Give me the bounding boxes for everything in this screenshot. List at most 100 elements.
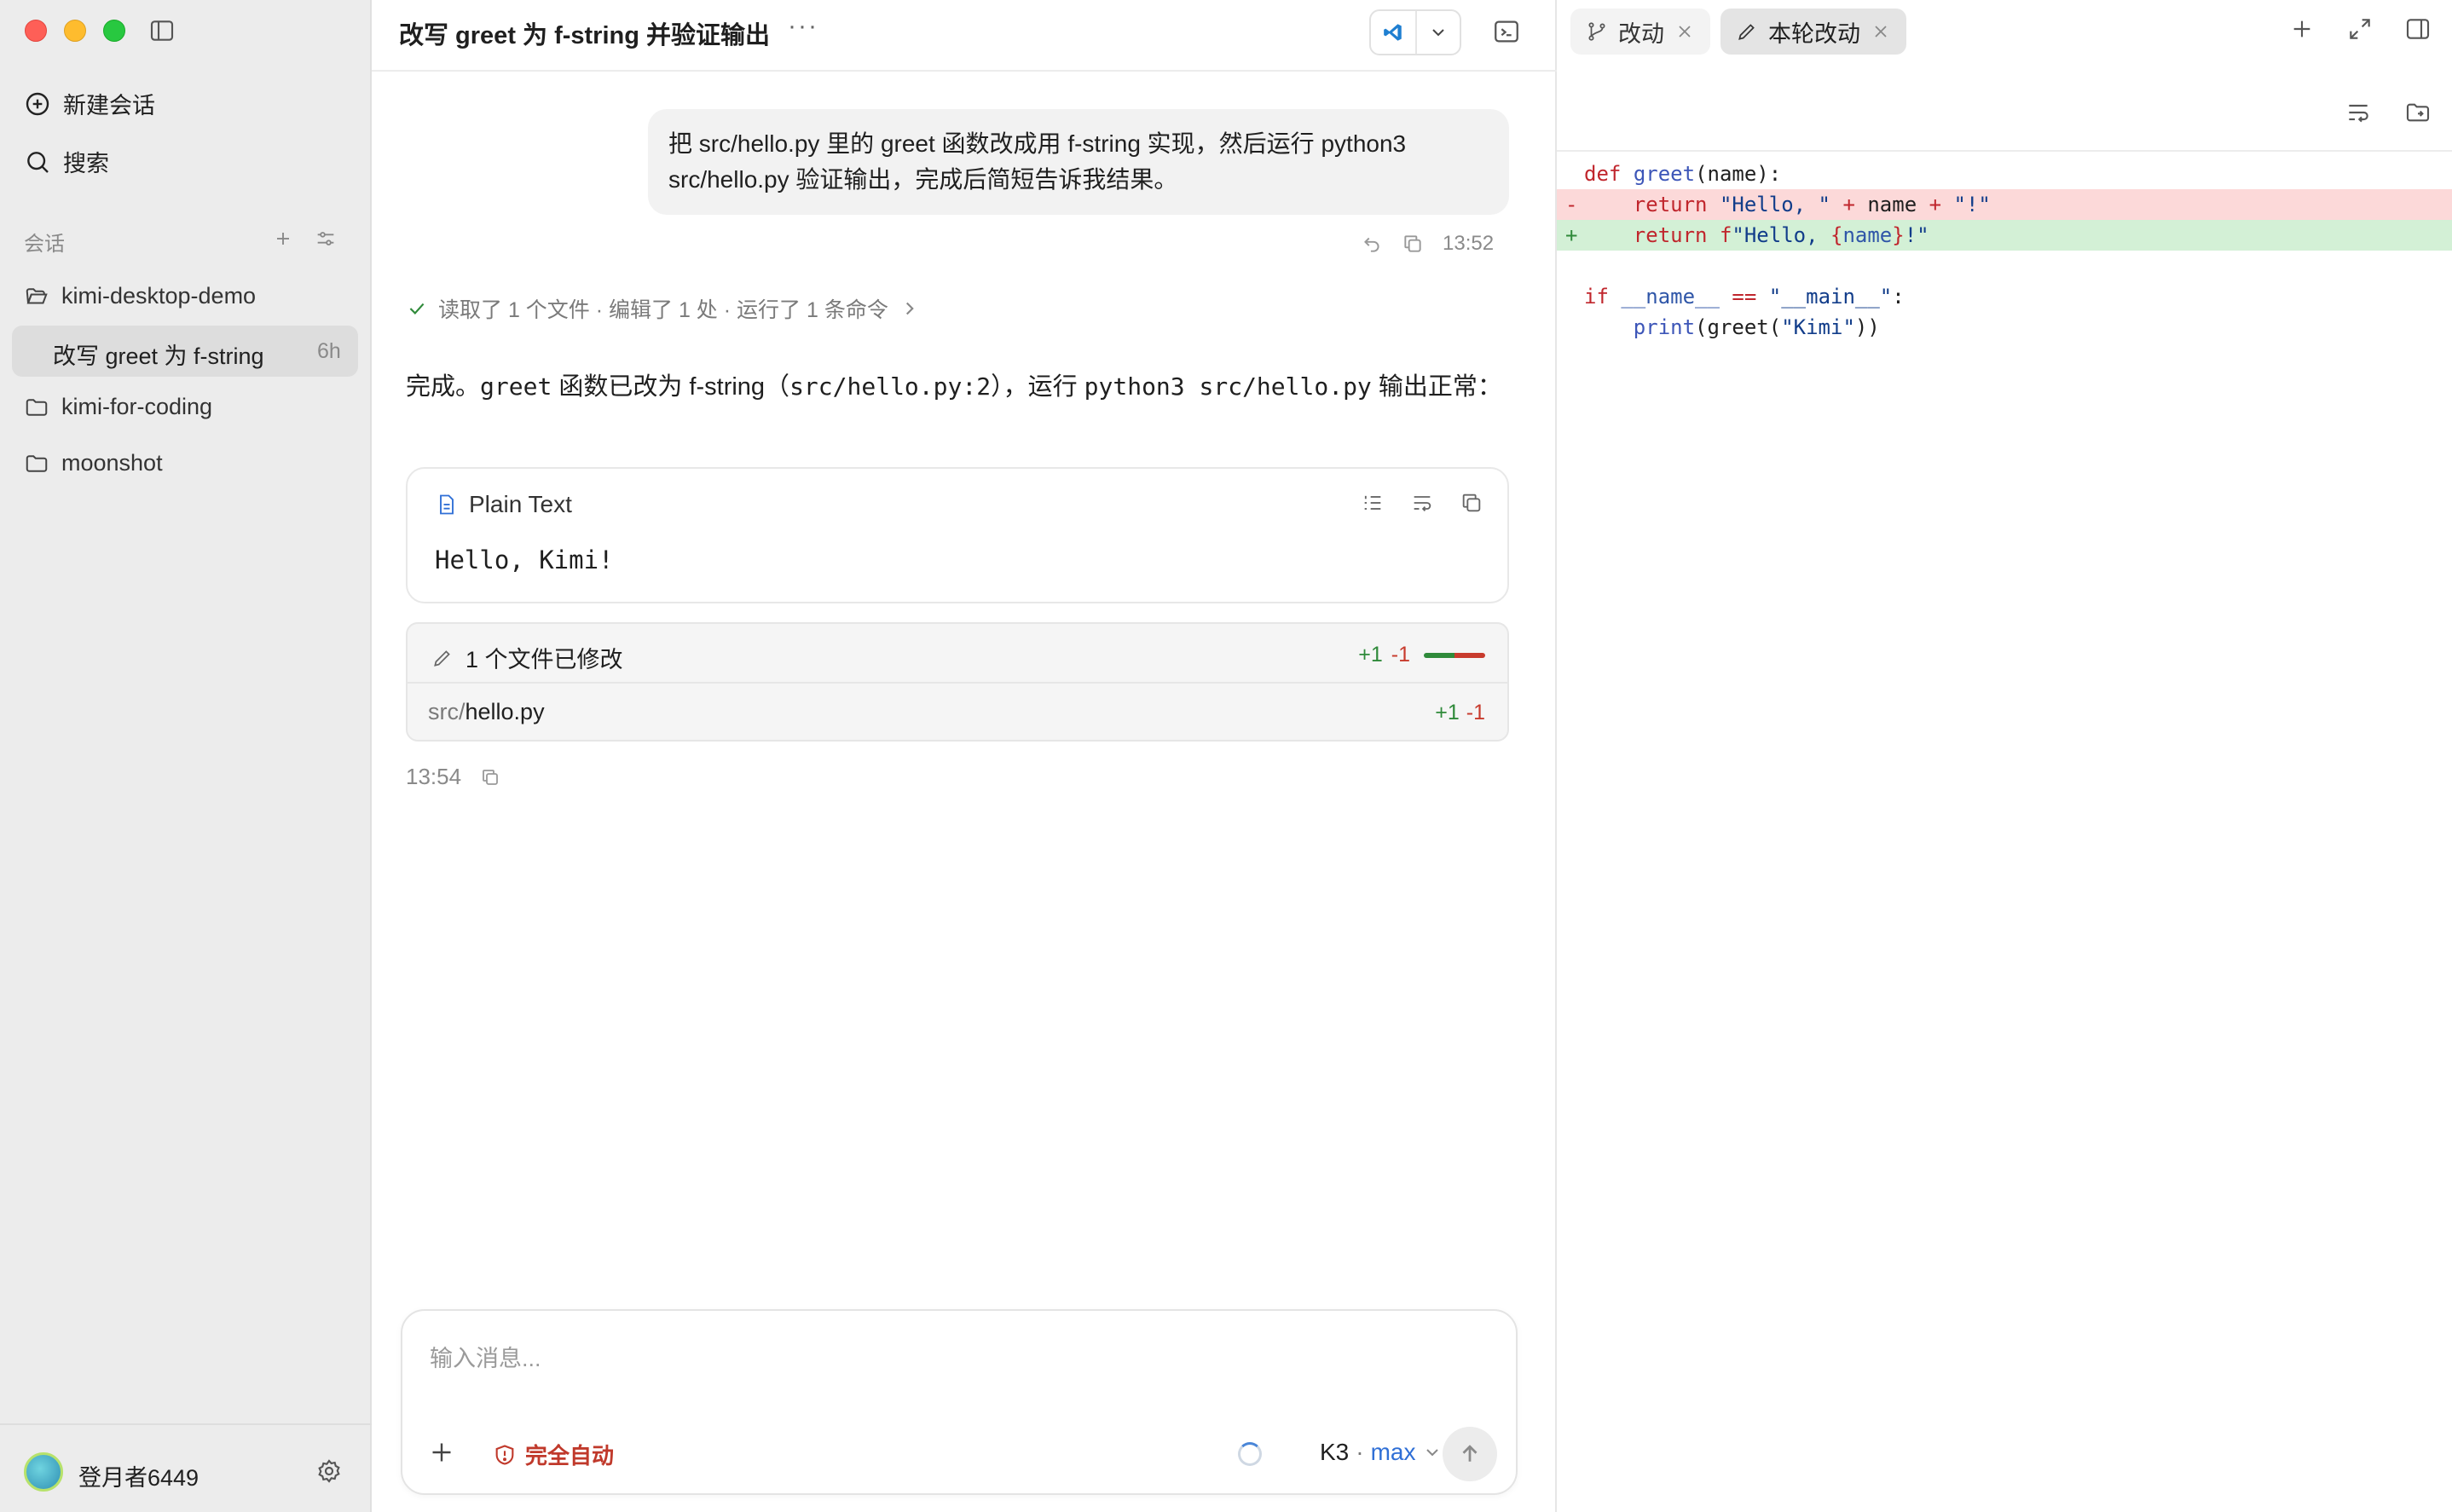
sidebar-footer: 登月者6449 [0,1423,372,1512]
diff-ratio-bar [1424,652,1485,658]
plus-icon[interactable] [2288,15,2316,43]
active-session-time: 6h [317,339,341,363]
auto-mode-label: 完全自动 [525,1443,615,1469]
tab-changes-label: 改动 [1618,20,1664,47]
sidebar-folder-moonshot[interactable]: moonshot [24,450,163,476]
window-close-button[interactable] [25,20,47,42]
send-button[interactable] [1443,1427,1497,1481]
user-name[interactable]: 登月者6449 [78,1459,199,1492]
copy-icon[interactable] [1402,233,1424,255]
model-separator: · [1356,1439,1364,1465]
files-changed-header[interactable]: 1 个文件已修改 +1 -1 [408,624,1507,684]
wrap-icon[interactable] [1410,491,1434,515]
add-session-icon[interactable] [271,227,295,251]
folder-icon [26,454,48,472]
model-selector[interactable]: K3 · max [1320,1439,1443,1466]
lines-added: +1 [1358,643,1383,667]
search-button[interactable]: 搜索 [24,145,109,178]
auto-mode-toggle[interactable]: 完全自动 [493,1439,614,1470]
chat-pane: 改写 greet 为 f-string 并验证输出 ··· 把 src/hell… [372,0,1557,1512]
tab-turn-changes[interactable]: 本轮改动 [1720,9,1906,55]
reply-meta: 13:54 [406,764,500,790]
user-message-bubble: 把 src/hello.py 里的 greet 函数改成用 f-string 实… [648,109,1509,215]
chevron-down-icon[interactable] [1414,11,1460,54]
code-line: print(greet("Kimi")) [1633,315,1880,339]
chat-header: 改写 greet 为 f-string 并验证输出 ··· [372,0,1557,72]
avatar[interactable] [24,1452,63,1492]
reply-mid-1: 函数已改为 f-string（ [552,373,790,401]
window-minimize-button[interactable] [64,20,86,42]
tab-turn-changes-label: 本轮改动 [1768,20,1860,47]
undo-icon[interactable] [1361,233,1383,255]
user-message-time: 13:52 [1443,232,1495,255]
file-text-icon [440,494,454,515]
sidebar-toggle-icon[interactable] [148,17,176,44]
code-block-language: Plain Text [435,491,572,518]
wrap-icon[interactable] [2345,99,2372,126]
filter-icon[interactable] [314,227,338,251]
user-message-actions: 13:52 [1361,232,1494,256]
diff-pane: 改动 本轮改动 def greet(name): - return "Hello… [1557,0,2452,1512]
pencil-icon [434,649,450,667]
pencil-icon [1738,24,1755,40]
context-usage-indicator[interactable] [1238,1442,1262,1466]
model-level: max [1370,1439,1416,1465]
reply-code-function: greet [480,372,552,401]
folder-label: kimi-desktop-demo [61,283,257,309]
chevron-down-icon [1426,1449,1439,1457]
changed-file-row[interactable]: src/hello.py +1 -1 [408,684,1507,742]
code-line: if __name__ == "__main__": [1584,285,1905,309]
tab-changes[interactable]: 改动 [1570,9,1710,55]
active-session-label[interactable]: 改写 greet 为 f-string [53,338,283,371]
copy-icon[interactable] [480,767,500,788]
tool-summary-text: 读取了 1 个文件 · 编辑了 1 处 · 运行了 1 条命令 [438,298,888,322]
sidebar: 新建会话 搜索 会话 kimi-desktop-demo 改写 greet 为 … [0,0,372,1512]
shield-alert-icon [495,1444,514,1465]
diff-code-view: def greet(name): - return "Hello, " + na… [1557,159,2452,343]
reply-code-command: python3 src/hello.py [1084,372,1372,401]
message-input[interactable]: 输入消息... [430,1340,541,1373]
folder-label: kimi-for-coding [61,394,213,419]
reply-time: 13:54 [406,764,462,789]
model-name: K3 [1320,1439,1350,1465]
code-output: Hello, Kimi! [435,545,614,574]
more-options-button[interactable]: ··· [788,12,818,41]
vscode-icon[interactable] [1371,11,1415,54]
folder-icon [26,398,48,416]
open-folder-icon[interactable] [2404,99,2432,126]
git-branch-icon [1588,22,1605,41]
files-changed-card: 1 个文件已修改 +1 -1 src/hello.py +1 -1 [406,622,1509,742]
line-numbers-icon[interactable] [1361,491,1385,515]
open-in-editor-button[interactable] [1369,9,1461,55]
sessions-section-label: 会话 [24,233,65,256]
assistant-reply: 完成。greet 函数已改为 f-string（src/hello.py:2），… [406,368,1523,406]
terminal-icon[interactable] [1492,17,1521,46]
diff-tabs: 改动 本轮改动 [1557,0,2452,63]
close-icon[interactable] [1674,21,1695,42]
copy-icon[interactable] [1460,491,1483,515]
panel-toggle-icon[interactable] [2404,15,2432,43]
new-chat-label: 新建会话 [63,93,155,118]
reply-mid-2: ），运行 [991,373,1084,401]
close-icon[interactable] [1871,21,1891,42]
file-lines-added: +1 [1435,701,1460,724]
code-block: Plain Text Hello, Kimi! [406,467,1509,603]
tool-summary-toggle[interactable]: 读取了 1 个文件 · 编辑了 1 处 · 运行了 1 条命令 [406,293,921,324]
sidebar-folder-kimi-desktop-demo[interactable]: kimi-desktop-demo [24,283,256,309]
file-lines-removed: -1 [1466,701,1485,724]
chevron-right-icon [905,302,914,315]
new-chat-button[interactable]: 新建会话 [24,87,155,120]
window-maximize-button[interactable] [103,20,125,42]
files-changed-label: 1 个文件已修改 [466,647,623,672]
chat-title: 改写 greet 为 f-string 并验证输出 [399,22,771,49]
reply-prefix: 完成。 [406,373,481,401]
gear-icon[interactable] [315,1457,343,1485]
message-composer: 输入消息... 完全自动 K3 · max [401,1309,1518,1495]
check-icon [409,303,425,315]
add-attachment-icon[interactable] [426,1437,457,1468]
search-label: 搜索 [63,151,109,176]
reply-suffix: 输出正常： [1371,373,1502,401]
sidebar-folder-kimi-for-coding[interactable]: kimi-for-coding [24,394,212,420]
expand-icon[interactable] [2346,15,2374,43]
